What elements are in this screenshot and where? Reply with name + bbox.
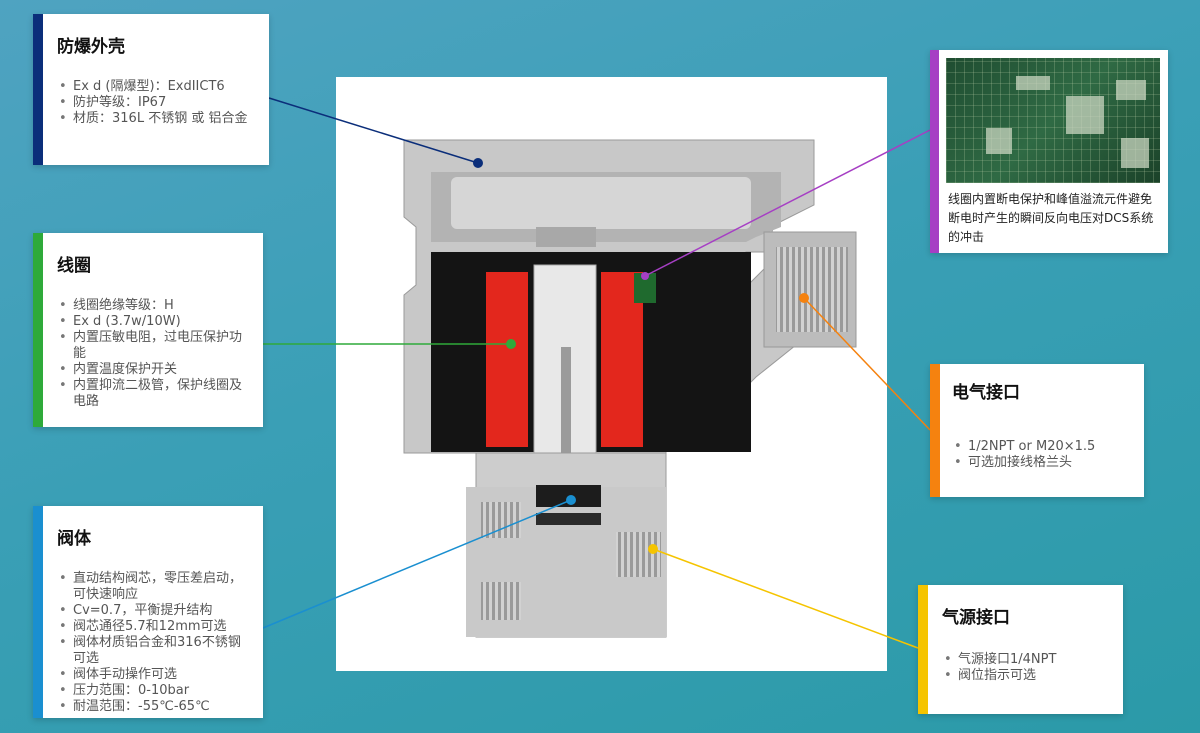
pcb-chip (1016, 76, 1050, 90)
callout-list: 直动结构阀芯，零压差启动，可快速响应 Cv=0.7，平衡提升结构 阀芯通径5.7… (57, 571, 251, 715)
list-item: 阀位指示可选 (942, 668, 1111, 684)
callout-shell: 防爆外壳 Ex d (隔爆型)：ExdIICT6 防护等级：IP67 材质：31… (33, 14, 269, 165)
callout-pcb: 线圈内置断电保护和峰值溢流元件避免断电时产生的瞬间反向电压对DCS系统的冲击 (930, 50, 1168, 253)
list-item: 线圈绝缘等级：H (57, 298, 251, 314)
list-item: 阀体材质铝合金和316不锈钢可选 (57, 635, 251, 667)
pcb-chip (1066, 96, 1104, 134)
list-item: 直动结构阀芯，零压差启动，可快速响应 (57, 571, 251, 603)
list-item: 防护等级：IP67 (57, 95, 255, 111)
list-item: 气源接口1/4NPT (942, 652, 1111, 668)
valve-seat (536, 485, 601, 507)
callout-title: 防爆外壳 (57, 37, 125, 57)
list-item: Ex d (隔爆型)：ExdIICT6 (57, 79, 255, 95)
pcb-chip (1121, 138, 1149, 168)
callout-coil: 线圈 线圈绝缘等级：H Ex d (3.7w/10W) 内置压敏电阻，过电压保护… (33, 233, 263, 427)
callout-title: 气源接口 (942, 608, 1010, 628)
air-port-left-bottom (481, 582, 521, 620)
callout-list: Ex d (隔爆型)：ExdIICT6 防护等级：IP67 材质：316L 不锈… (57, 79, 255, 127)
spring (536, 227, 596, 247)
list-item: Cv=0.7，平衡提升结构 (57, 603, 251, 619)
list-item: 内置压敏电阻，过电压保护功能 (57, 330, 251, 362)
accent-bar (930, 50, 939, 253)
callout-valve-body: 阀体 直动结构阀芯，零压差启动，可快速响应 Cv=0.7，平衡提升结构 阀芯通径… (33, 506, 263, 718)
air-port-left-top (481, 502, 521, 538)
accent-bar (33, 233, 43, 427)
pcb-photo (946, 58, 1160, 183)
accent-bar (33, 506, 43, 718)
valve-cross-section-image (336, 77, 887, 671)
callout-title: 阀体 (57, 529, 91, 549)
callout-list: 1/2NPT or M20×1.5 可选加接线格兰头 (952, 439, 1132, 471)
list-item: 阀芯通径5.7和12mm可选 (57, 619, 251, 635)
pcb-caption: 线圈内置断电保护和峰值溢流元件避免断电时产生的瞬间反向电压对DCS系统的冲击 (948, 192, 1154, 244)
valve-drawing (403, 139, 857, 638)
accent-bar (918, 585, 928, 714)
callout-electrical-port: 电气接口 1/2NPT or M20×1.5 可选加接线格兰头 (930, 364, 1144, 497)
list-item: 内置温度保护开关 (57, 362, 251, 378)
valve-seat-2 (536, 513, 601, 525)
list-item: 材质：316L 不锈钢 或 铝合金 (57, 111, 255, 127)
accent-bar (930, 364, 940, 497)
list-item: 内置抑流二极管，保护线圈及电路 (57, 378, 251, 410)
callout-title: 线圈 (57, 256, 91, 276)
air-port-right (616, 532, 661, 577)
callout-title: 电气接口 (952, 383, 1020, 403)
accent-bar (33, 14, 43, 165)
list-item: Ex d (3.7w/10W) (57, 314, 251, 330)
list-item: 1/2NPT or M20×1.5 (952, 439, 1132, 455)
pcb-chip (986, 128, 1012, 154)
callout-list: 气源接口1/4NPT 阀位指示可选 (942, 652, 1111, 684)
cap-ring (451, 177, 751, 229)
callout-list: 线圈绝缘等级：H Ex d (3.7w/10W) 内置压敏电阻，过电压保护功能 … (57, 298, 251, 410)
list-item: 耐温范围：-55℃-65℃ (57, 699, 251, 715)
coil-left (486, 272, 528, 447)
list-item: 压力范围：0-10bar (57, 683, 251, 699)
electrical-thread (776, 247, 848, 332)
list-item: 可选加接线格兰头 (952, 455, 1132, 471)
pcb-in-coil (634, 273, 656, 303)
callout-air-port: 气源接口 气源接口1/4NPT 阀位指示可选 (918, 585, 1123, 714)
list-item: 阀体手动操作可选 (57, 667, 251, 683)
pcb-chip (1116, 80, 1146, 100)
